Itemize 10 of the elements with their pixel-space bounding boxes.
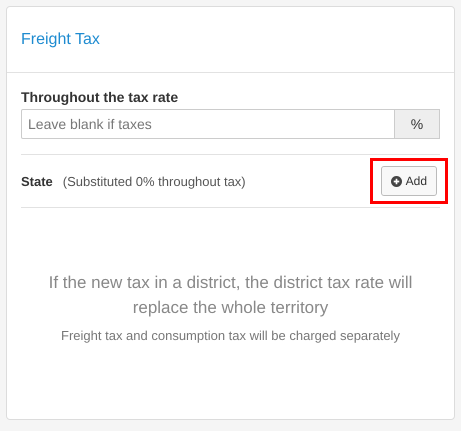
- plus-circle-icon: [390, 176, 402, 186]
- panel-title: Freight Tax: [21, 30, 100, 48]
- state-label: State: [21, 174, 53, 188]
- empty-subtext: Freight tax and consumption tax will be charged separately: [61, 328, 400, 343]
- percent-addon: %: [395, 109, 440, 139]
- add-button[interactable]: Add: [380, 166, 437, 196]
- state-note: (Substituted 0% throughout tax): [62, 174, 247, 188]
- field-label: Throughout the tax rate: [21, 89, 180, 105]
- tax-rate-field[interactable]: Leave blank if taxes: [21, 109, 395, 139]
- empty-message: If the new tax in a district, the district tax rate will replace the whole territory: [48, 272, 414, 319]
